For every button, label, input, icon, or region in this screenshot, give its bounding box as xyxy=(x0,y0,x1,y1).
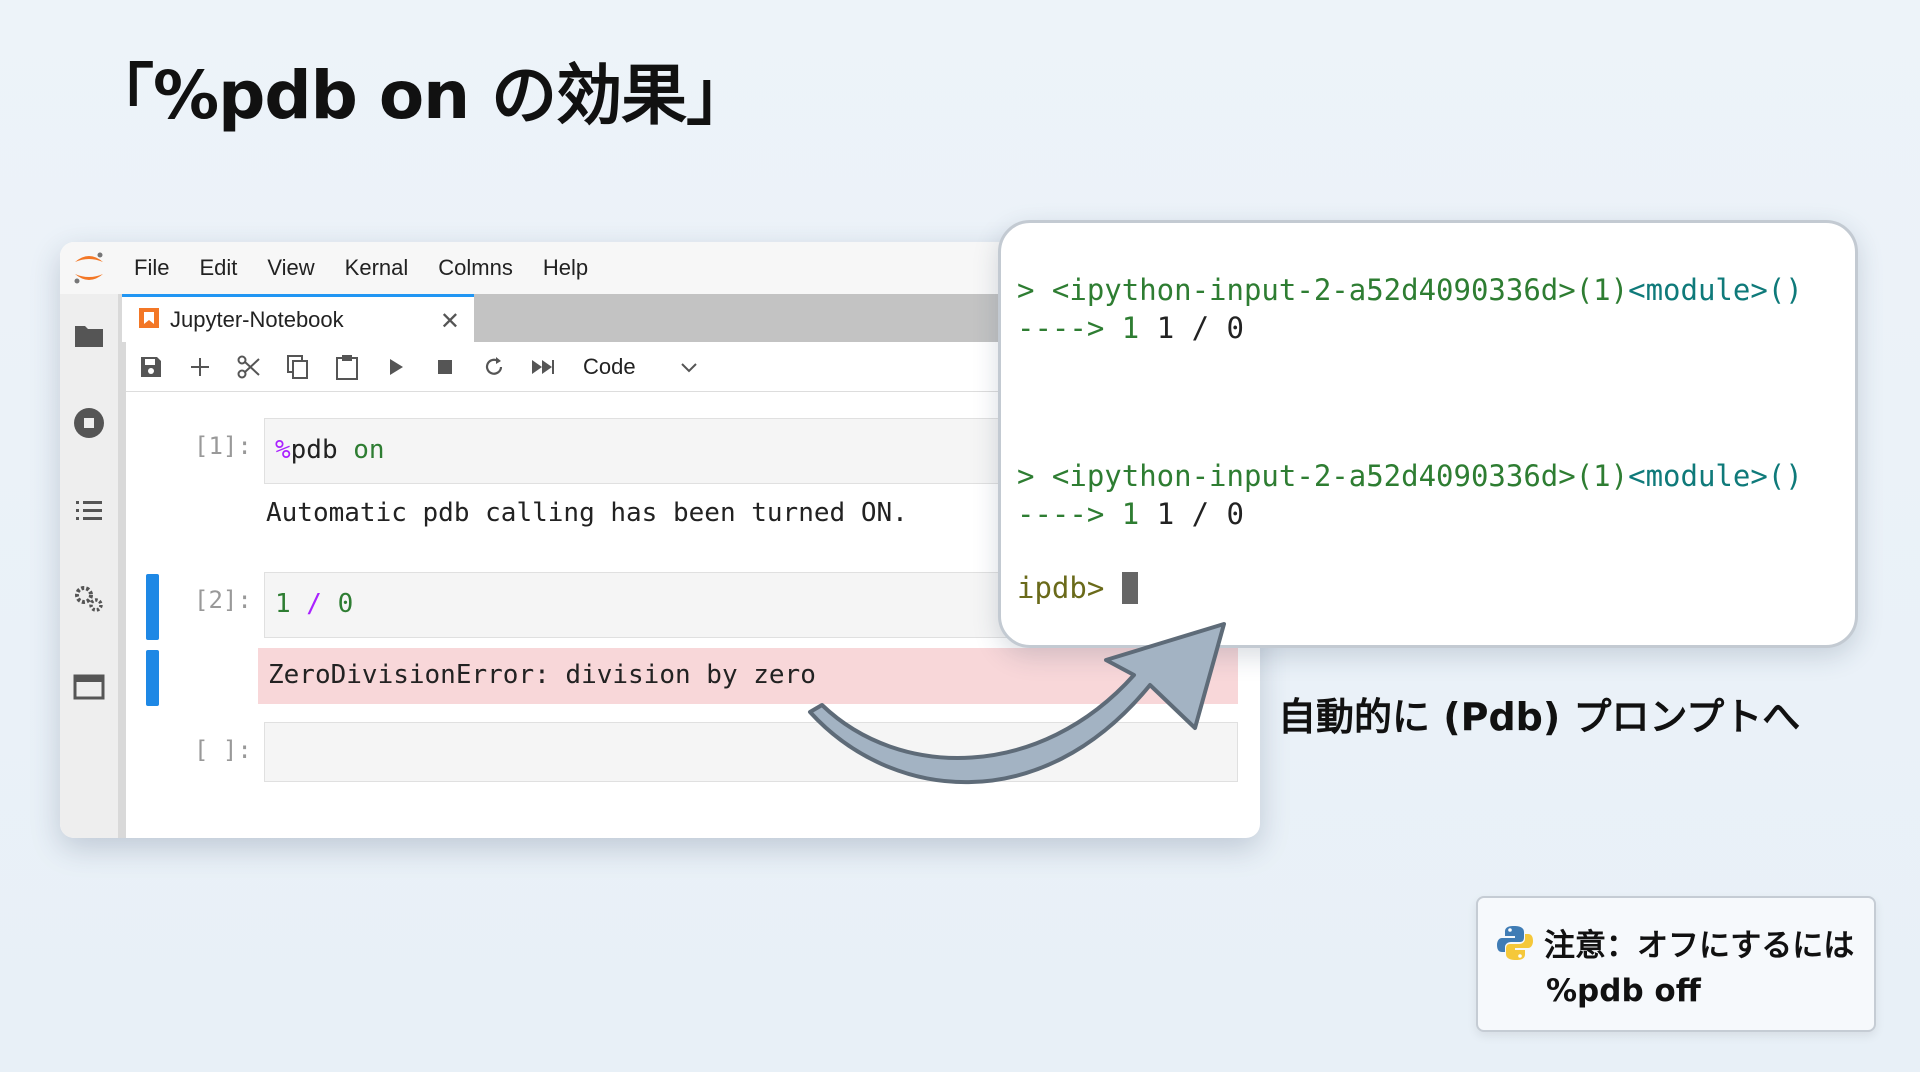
python-logo-icon xyxy=(1496,924,1534,962)
note-text: 注意：オフにするには xyxy=(1544,928,1855,964)
note-command: %pdb off xyxy=(1546,973,1701,1009)
note-box: 注意：オフにするには %pdb off xyxy=(1476,896,1876,1032)
caption-text: 自動的に (Pdb) プロンプトへ xyxy=(1278,695,1801,739)
